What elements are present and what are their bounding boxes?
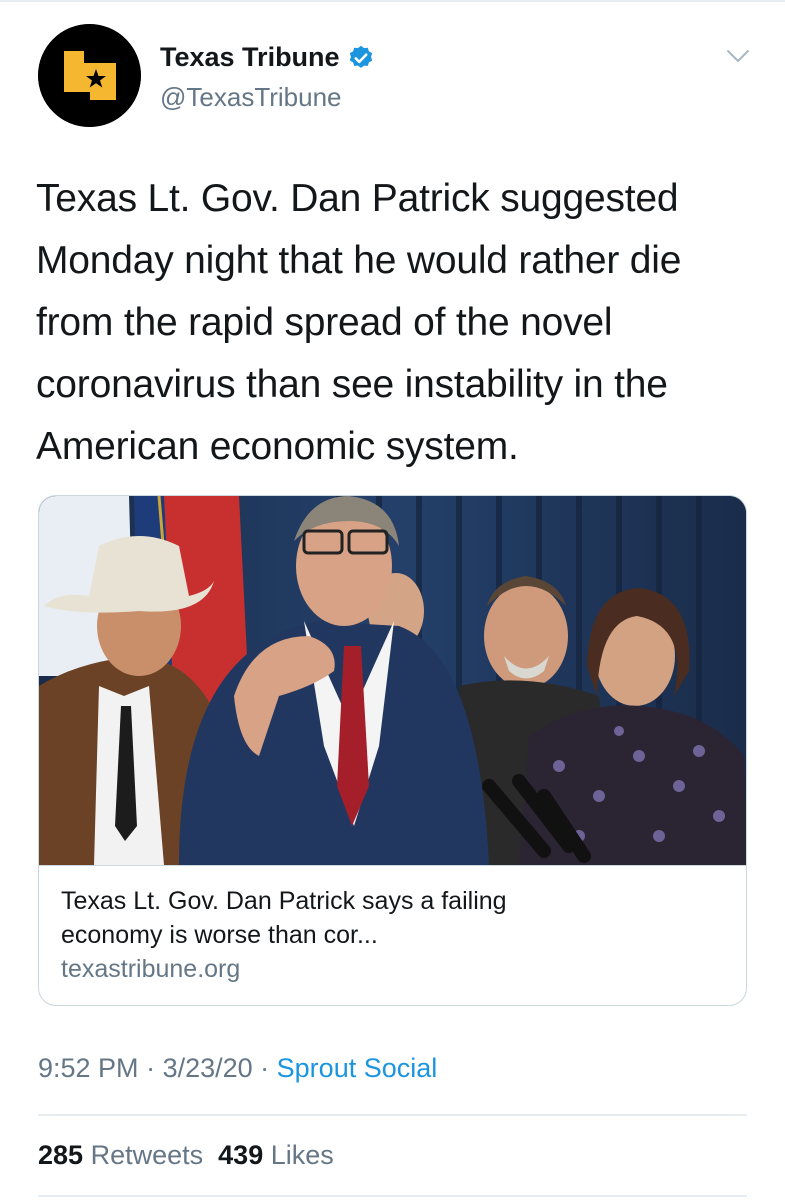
card-domain: texastribune.org — [61, 955, 241, 983]
tweet-source-link[interactable]: Sprout Social — [277, 1053, 438, 1083]
tweet-date[interactable]: 3/23/20 — [163, 1053, 253, 1083]
tweet-time[interactable]: 9:52 PM — [38, 1053, 139, 1083]
card-title-line-2: economy is worse than cor... — [61, 921, 378, 949]
texas-tribune-logo-icon — [38, 24, 141, 127]
name-row: Texas Tribune — [160, 42, 375, 73]
tweet-header: Texas Tribune @TexasTribune — [38, 24, 758, 128]
avatar[interactable] — [38, 24, 141, 127]
account-handle[interactable]: @TexasTribune — [160, 82, 342, 113]
tweet-text: Texas Lt. Gov. Dan Patrick suggested Mon… — [36, 177, 682, 468]
tweet-meta: 9:52 PM · 3/23/20 · Sprout Social — [38, 1053, 437, 1084]
retweets-count: 285 — [38, 1140, 84, 1170]
top-divider — [0, 0, 785, 2]
card-title-line-1: Texas Lt. Gov. Dan Patrick says a failin… — [61, 887, 507, 915]
card-body: Texas Lt. Gov. Dan Patrick says a failin… — [39, 865, 746, 1005]
tweet-stats: 285 Retweets 439 Likes — [38, 1140, 334, 1171]
verified-badge-icon — [349, 45, 372, 68]
retweets-stat[interactable]: 285 Retweets — [38, 1140, 203, 1170]
card-title: Texas Lt. Gov. Dan Patrick says a failin… — [61, 884, 661, 952]
display-name[interactable]: Texas Tribune — [160, 42, 340, 73]
card-image — [39, 496, 746, 865]
link-card[interactable]: Texas Lt. Gov. Dan Patrick says a failin… — [38, 495, 747, 1006]
stats-divider — [38, 1114, 747, 1116]
chevron-down-icon[interactable] — [726, 48, 750, 64]
likes-stat[interactable]: 439 Likes — [218, 1140, 334, 1170]
meta-separator: · — [138, 1053, 163, 1083]
likes-count: 439 — [218, 1140, 264, 1170]
retweets-label: Retweets — [90, 1140, 204, 1170]
bottom-divider — [38, 1195, 747, 1197]
likes-label: Likes — [270, 1140, 334, 1170]
meta-separator: · — [252, 1053, 277, 1083]
press-conference-photo — [39, 496, 746, 865]
